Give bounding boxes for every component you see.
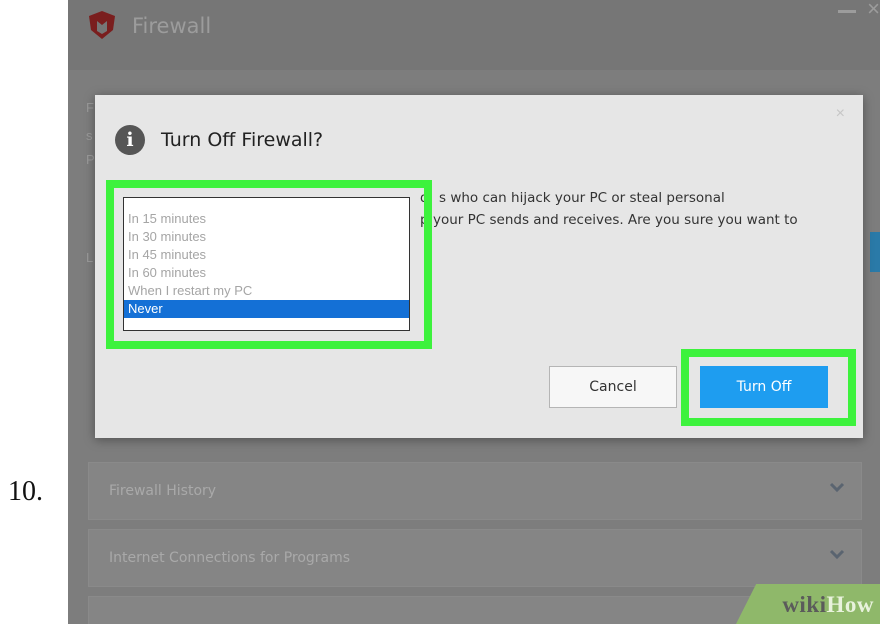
- section-label: Firewall History: [109, 483, 217, 499]
- turn-off-highlight: [681, 349, 856, 426]
- background-text: F: [86, 100, 94, 115]
- dropdown-option[interactable]: In 45 minutes: [124, 246, 409, 264]
- step-number: 10.: [8, 476, 43, 507]
- dialog-title: Turn Off Firewall?: [161, 129, 324, 151]
- body-text-line: your PC sends and receives. Are you sure…: [433, 212, 798, 228]
- chevron-down-icon[interactable]: [827, 477, 847, 497]
- background-button-edge: [870, 232, 880, 272]
- title-bar: Firewall ×: [68, 0, 880, 70]
- window-title: Firewall: [132, 14, 212, 38]
- background-text: L: [86, 250, 94, 265]
- background-text: s: [86, 128, 93, 143]
- background-text: P: [86, 152, 95, 167]
- wikihow-logo: wikiHow: [782, 592, 874, 617]
- duration-dropdown-list[interactable]: In 15 minutes In 30 minutes In 45 minute…: [123, 197, 410, 331]
- dropdown-option[interactable]: In 30 minutes: [124, 228, 409, 246]
- info-icon: i: [115, 125, 145, 155]
- dropdown-option[interactable]: When I restart my PC: [124, 282, 409, 300]
- close-window-icon[interactable]: ×: [867, 0, 880, 22]
- body-text-line: s who can hijack your PC or steal person…: [439, 190, 725, 206]
- section-label: Internet Connections for Programs: [109, 550, 351, 566]
- chevron-down-icon[interactable]: [827, 544, 847, 564]
- dialog-close-icon[interactable]: ×: [836, 105, 845, 123]
- dropdown-option[interactable]: In 15 minutes: [124, 210, 409, 228]
- minimize-button[interactable]: [838, 10, 856, 13]
- dropdown-option[interactable]: In 60 minutes: [124, 264, 409, 282]
- cancel-button[interactable]: Cancel: [549, 366, 677, 408]
- wikihow-watermark: wikiHow: [736, 584, 880, 624]
- firewall-history-section[interactable]: Firewall History: [88, 462, 862, 520]
- dropdown-option-selected[interactable]: Never: [124, 300, 409, 318]
- internet-connections-section[interactable]: Internet Connections for Programs: [88, 529, 862, 587]
- mcafee-shield-icon: [89, 11, 115, 39]
